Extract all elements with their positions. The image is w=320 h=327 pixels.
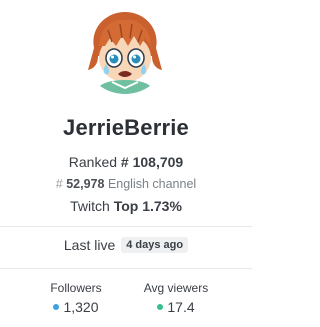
twitch-percentile: Twitch Top 1.73% xyxy=(0,198,252,214)
avg-viewers-value: 17.4 xyxy=(167,299,195,315)
language-rank: # 52,978 English channel xyxy=(0,177,252,191)
rank-label: Ranked xyxy=(68,154,118,170)
twitch-percentile-value: Top 1.73% xyxy=(113,198,182,214)
avatar-image xyxy=(82,8,168,94)
language-rank-label: English channel xyxy=(107,177,197,191)
followers-value-row: 1,320 xyxy=(53,299,99,315)
followers-value: 1,320 xyxy=(63,299,99,315)
twitch-label: Twitch xyxy=(70,198,110,214)
language-rank-value: 52,978 xyxy=(66,177,105,191)
followers-dot-icon xyxy=(53,304,60,310)
avg-viewers-label: Avg viewers xyxy=(143,281,209,295)
channel-name[interactable]: JerrieBerrie xyxy=(0,115,252,141)
channel-card: JerrieBerrie Ranked # 108,709 # 52,978 E… xyxy=(0,0,252,327)
stats-row: Followers 1,320 Avg viewers 17.4 xyxy=(0,281,252,315)
rank-value: # 108,709 xyxy=(120,154,184,170)
hash-symbol: # xyxy=(55,177,63,191)
last-live-label: Last live xyxy=(63,237,116,253)
avg-viewers-dot-icon xyxy=(157,304,164,310)
followers-stat: Followers 1,320 xyxy=(36,281,116,315)
last-live-badge: 4 days ago xyxy=(121,237,189,253)
avg-viewers-value-row: 17.4 xyxy=(157,299,195,315)
avatar[interactable] xyxy=(82,8,168,94)
divider xyxy=(0,226,252,227)
divider xyxy=(0,268,252,269)
last-live-row: Last live 4 days ago xyxy=(0,237,252,253)
overall-rank: Ranked # 108,709 xyxy=(0,154,252,170)
followers-label: Followers xyxy=(50,281,102,295)
avg-viewers-stat: Avg viewers 17.4 xyxy=(136,281,216,315)
